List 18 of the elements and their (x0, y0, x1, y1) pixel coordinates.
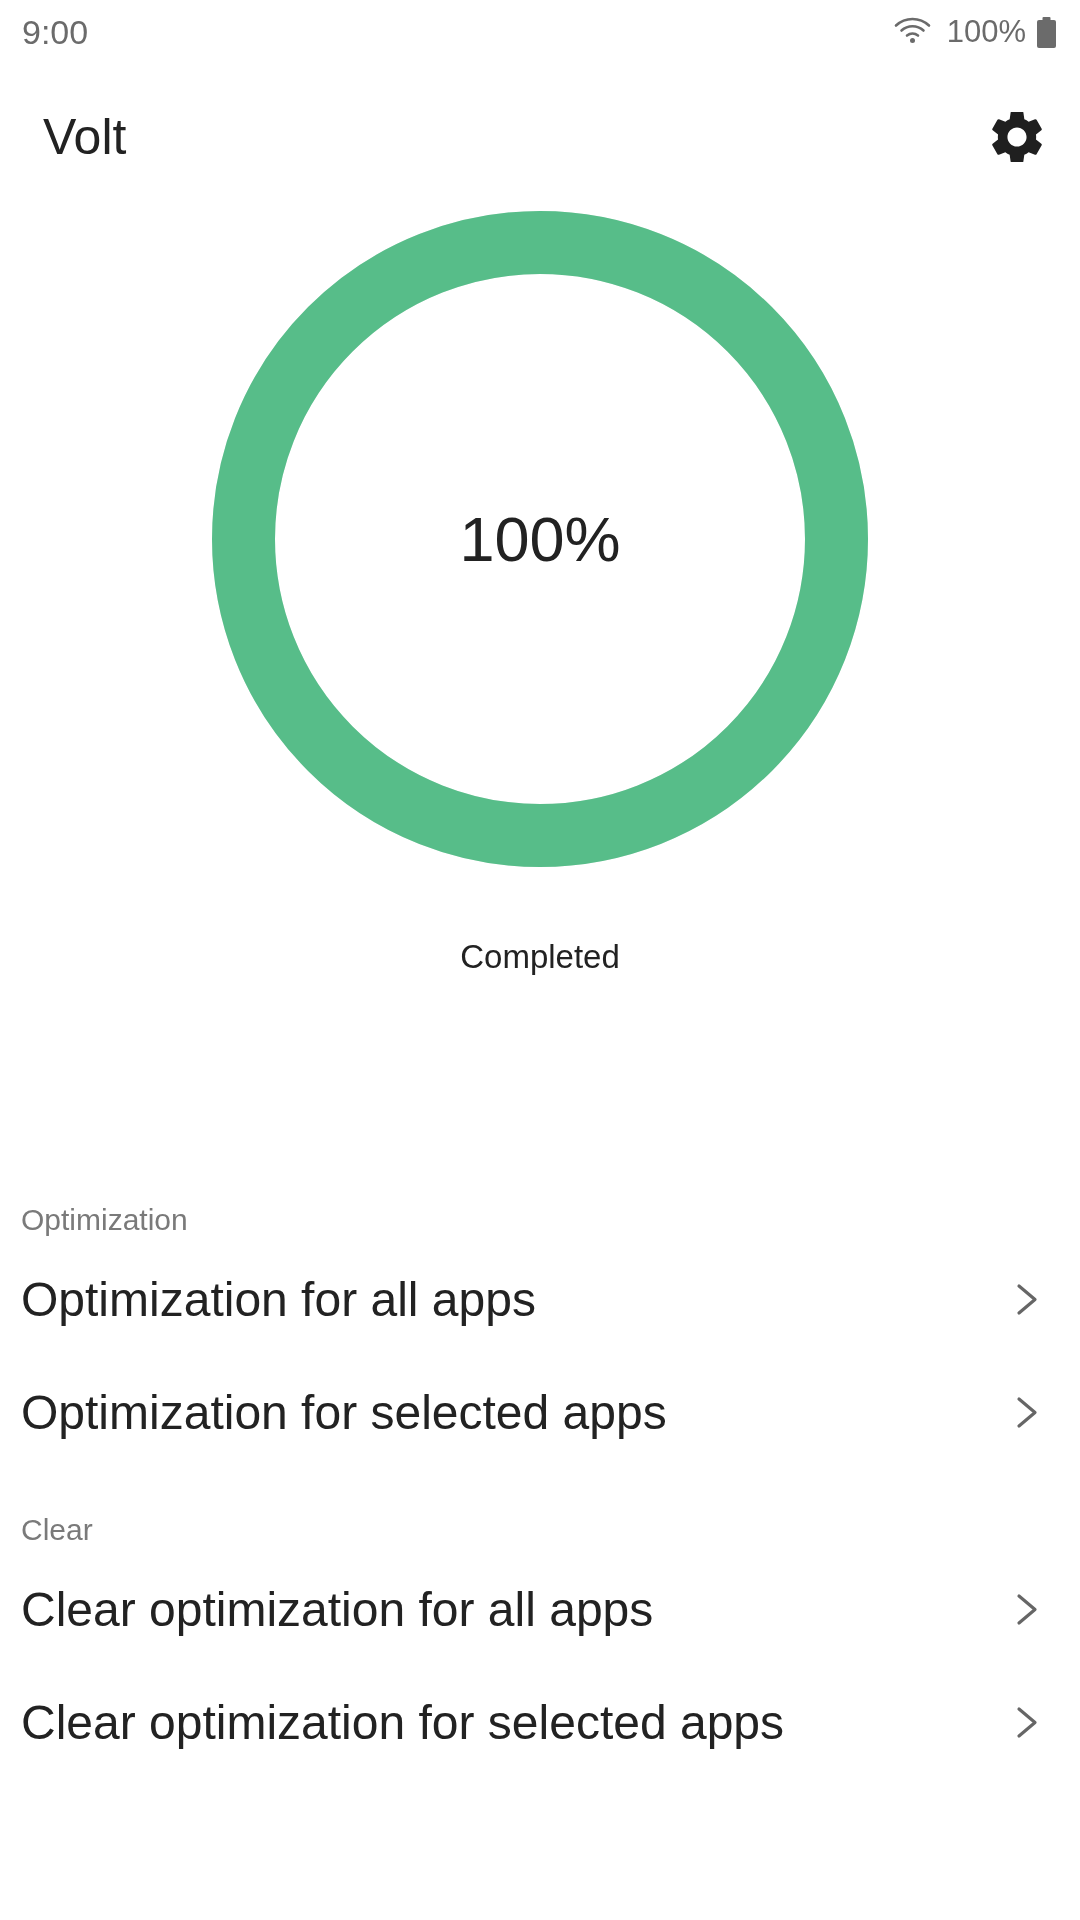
battery-icon (1037, 16, 1056, 48)
list-item[interactable]: Optimization for selected apps (0, 1356, 1080, 1469)
chevron-right-icon (1016, 1283, 1038, 1316)
progress-caption: Completed (460, 937, 620, 977)
app-title: Volt (43, 108, 127, 167)
section-header: Clear (20, 1512, 94, 1548)
list-item[interactable]: Clear optimization for all apps (0, 1553, 1080, 1666)
status-time: 9:00 (22, 12, 89, 52)
progress-percent: 100% (459, 503, 621, 576)
list-item[interactable]: Clear optimization for selected apps (0, 1666, 1080, 1779)
chevron-right-icon (1016, 1396, 1038, 1429)
settings-icon[interactable] (992, 112, 1042, 162)
chevron-right-icon (1016, 1593, 1038, 1626)
wifi-icon (893, 15, 931, 43)
chevron-right-icon (1016, 1706, 1038, 1739)
list-item[interactable]: Optimization for all apps (0, 1243, 1080, 1356)
section-header: Optimization (20, 1202, 189, 1238)
battery-percent: 100% (946, 13, 1026, 51)
